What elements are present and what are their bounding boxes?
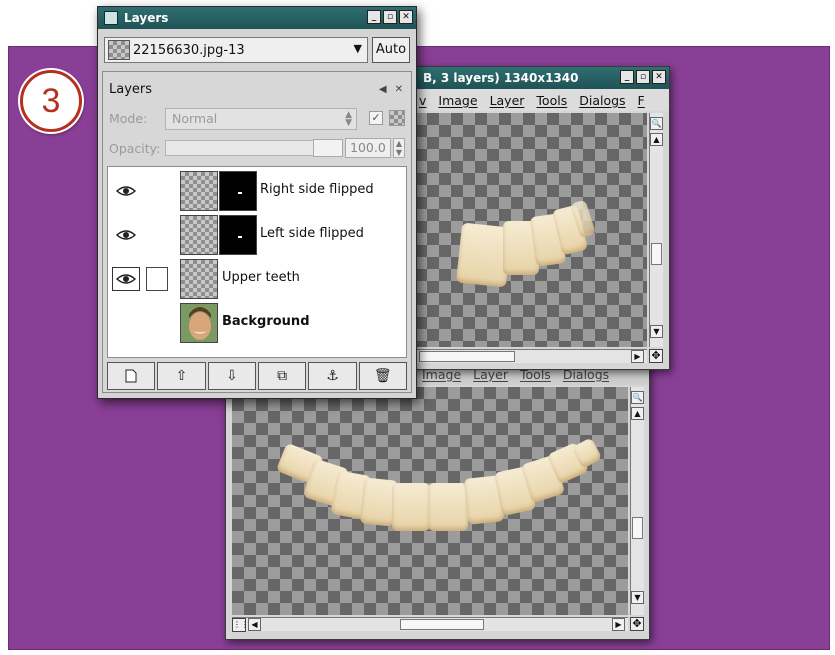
- panel-menu-icon[interactable]: ◀: [379, 84, 387, 95]
- vertical-scrollbar-top[interactable]: 🔍 ▲ ▼: [649, 113, 663, 347]
- menubar-top: v Image Layer Tools Dialogs F: [409, 89, 669, 111]
- minimize-icon[interactable]: _: [367, 10, 381, 24]
- zoom-icon[interactable]: 🔍: [650, 117, 663, 130]
- opacity-input[interactable]: 100.0: [345, 138, 391, 158]
- layer-row[interactable]: Background: [108, 301, 406, 345]
- canvas-top[interactable]: [415, 113, 647, 347]
- scroll-right-icon[interactable]: ▶: [612, 618, 625, 631]
- tooth: [428, 483, 468, 531]
- layer-name[interactable]: Left side flipped: [260, 226, 364, 241]
- opacity-label: Opacity:: [109, 141, 161, 156]
- menu-layer[interactable]: Layer: [490, 93, 525, 108]
- horizontal-scrollbar-bottom[interactable]: ⋮⋮ ◀ ▶: [232, 617, 628, 632]
- menu-tools[interactable]: Tools: [536, 93, 567, 108]
- opacity-spinner[interactable]: ▲ ▼: [393, 138, 405, 158]
- layers-dialog: Layers _ ▫ ✕ 22156630.jpg-13 ▼ Auto Laye…: [97, 6, 417, 399]
- layer-thumbnail[interactable]: [180, 303, 218, 343]
- layer-list: Right side flipped Left side flipped Upp…: [107, 166, 407, 358]
- layers-titlebar: Layers _ ▫ ✕: [98, 7, 416, 29]
- scroll-left-icon[interactable]: ◀: [248, 618, 261, 631]
- image-window-top: B, 3 layers) 1340x1340 _ ▫ ✕ v Image Lay…: [408, 66, 670, 370]
- window-title-top: B, 3 layers) 1340x1340 _ ▫ ✕: [409, 67, 669, 89]
- window-menu-icon[interactable]: [104, 11, 118, 25]
- image-selector-value: 22156630.jpg-13: [133, 42, 245, 58]
- menu-filters[interactable]: F: [638, 93, 645, 108]
- scroll-down-icon[interactable]: ▼: [650, 325, 663, 338]
- close-icon[interactable]: ✕: [399, 10, 413, 24]
- layer-name[interactable]: Upper teeth: [222, 270, 300, 285]
- navigate-icon[interactable]: ✥: [649, 349, 663, 363]
- scroll-right-icon[interactable]: ▶: [631, 350, 644, 363]
- scroll-down-icon[interactable]: ▼: [631, 591, 644, 604]
- visibility-eye-icon[interactable]: [112, 267, 140, 291]
- panel-title: Layers: [109, 82, 153, 97]
- menu-view[interactable]: v: [419, 93, 426, 108]
- layer-thumbnail[interactable]: [180, 259, 218, 299]
- tooth: [392, 483, 430, 531]
- raise-layer-icon[interactable]: ⇧: [157, 362, 206, 390]
- layer-thumbnail[interactable]: [180, 215, 218, 255]
- layer-link-toggle[interactable]: [146, 267, 168, 291]
- mode-value: Normal: [172, 111, 218, 126]
- scroll-thumb-horizontal[interactable]: [419, 351, 515, 362]
- scroll-up-icon[interactable]: ▲: [631, 407, 644, 420]
- auto-button[interactable]: Auto: [372, 37, 410, 63]
- layer-name[interactable]: Right side flipped: [260, 182, 374, 197]
- lock-alpha-icon: [389, 110, 405, 126]
- opacity-slider-handle[interactable]: [313, 139, 343, 157]
- duplicate-layer-icon[interactable]: ⧉: [257, 362, 307, 390]
- image-window-bottom: Image Layer Tools Dialogs 🔍 ▲ ▼ ⋮⋮ ◀ ▶ ✥: [225, 362, 650, 640]
- mode-spin-icon: ▲ ▼: [345, 110, 352, 128]
- lower-layer-icon[interactable]: ⇩: [207, 362, 256, 390]
- layer-name[interactable]: Background: [222, 314, 310, 329]
- maximize-icon[interactable]: ▫: [636, 70, 650, 84]
- navigate-icon[interactable]: ✥: [630, 617, 644, 631]
- vertical-scrollbar-bottom[interactable]: 🔍 ▲ ▼: [630, 387, 644, 615]
- mode-label: Mode:: [109, 111, 148, 126]
- layer-thumbnail[interactable]: [180, 171, 218, 211]
- delete-layer-icon[interactable]: 🗑: [358, 362, 407, 390]
- layer-mask-thumbnail[interactable]: [219, 215, 257, 255]
- zoom-icon[interactable]: 🔍: [631, 391, 644, 404]
- step-number-badge: 3: [20, 70, 82, 132]
- new-layer-icon[interactable]: [107, 362, 156, 390]
- scroll-thumb[interactable]: [651, 243, 662, 265]
- minimize-icon[interactable]: _: [620, 70, 634, 84]
- panel-close-icon[interactable]: ✕: [395, 84, 403, 95]
- quick-mask-icon[interactable]: ⋮⋮: [232, 618, 249, 632]
- mode-dropdown[interactable]: Normal ▲ ▼: [165, 108, 357, 130]
- layer-row[interactable]: Left side flipped: [108, 213, 406, 257]
- close-icon[interactable]: ✕: [652, 70, 666, 84]
- menu-image[interactable]: Image: [438, 93, 477, 108]
- menu-dialogs[interactable]: Dialogs: [579, 93, 625, 108]
- horizontal-scrollbar-top[interactable]: ▶: [415, 349, 647, 363]
- scroll-up-icon[interactable]: ▲: [650, 133, 663, 146]
- lock-alpha-checkbox[interactable]: ✓: [369, 111, 383, 125]
- scroll-thumb-horizontal[interactable]: [400, 619, 484, 630]
- dropdown-arrow-icon: ▼: [353, 42, 362, 55]
- layer-row[interactable]: Right side flipped: [108, 169, 406, 213]
- visibility-eye-icon[interactable]: [112, 177, 140, 205]
- layers-toolbar: ⇧ ⇩ ⧉ ⚓ 🗑: [107, 362, 407, 390]
- layers-panel: Layers ◀ ✕ Mode: Normal ▲ ▼ ✓ Opacity: 10…: [102, 71, 412, 393]
- image-thumbnail: [108, 40, 130, 60]
- image-selector-dropdown[interactable]: 22156630.jpg-13 ▼: [104, 37, 368, 63]
- scroll-thumb[interactable]: [632, 517, 643, 539]
- layers-title: Layers: [124, 11, 169, 25]
- maximize-icon[interactable]: ▫: [383, 10, 397, 24]
- layer-row[interactable]: Upper teeth: [108, 257, 406, 301]
- window-title-text: B, 3 layers) 1340x1340: [423, 71, 579, 85]
- canvas-bottom[interactable]: [232, 387, 628, 615]
- visibility-eye-icon[interactable]: [112, 221, 140, 249]
- anchor-layer-icon[interactable]: ⚓: [308, 362, 357, 390]
- layer-mask-thumbnail[interactable]: [219, 171, 257, 211]
